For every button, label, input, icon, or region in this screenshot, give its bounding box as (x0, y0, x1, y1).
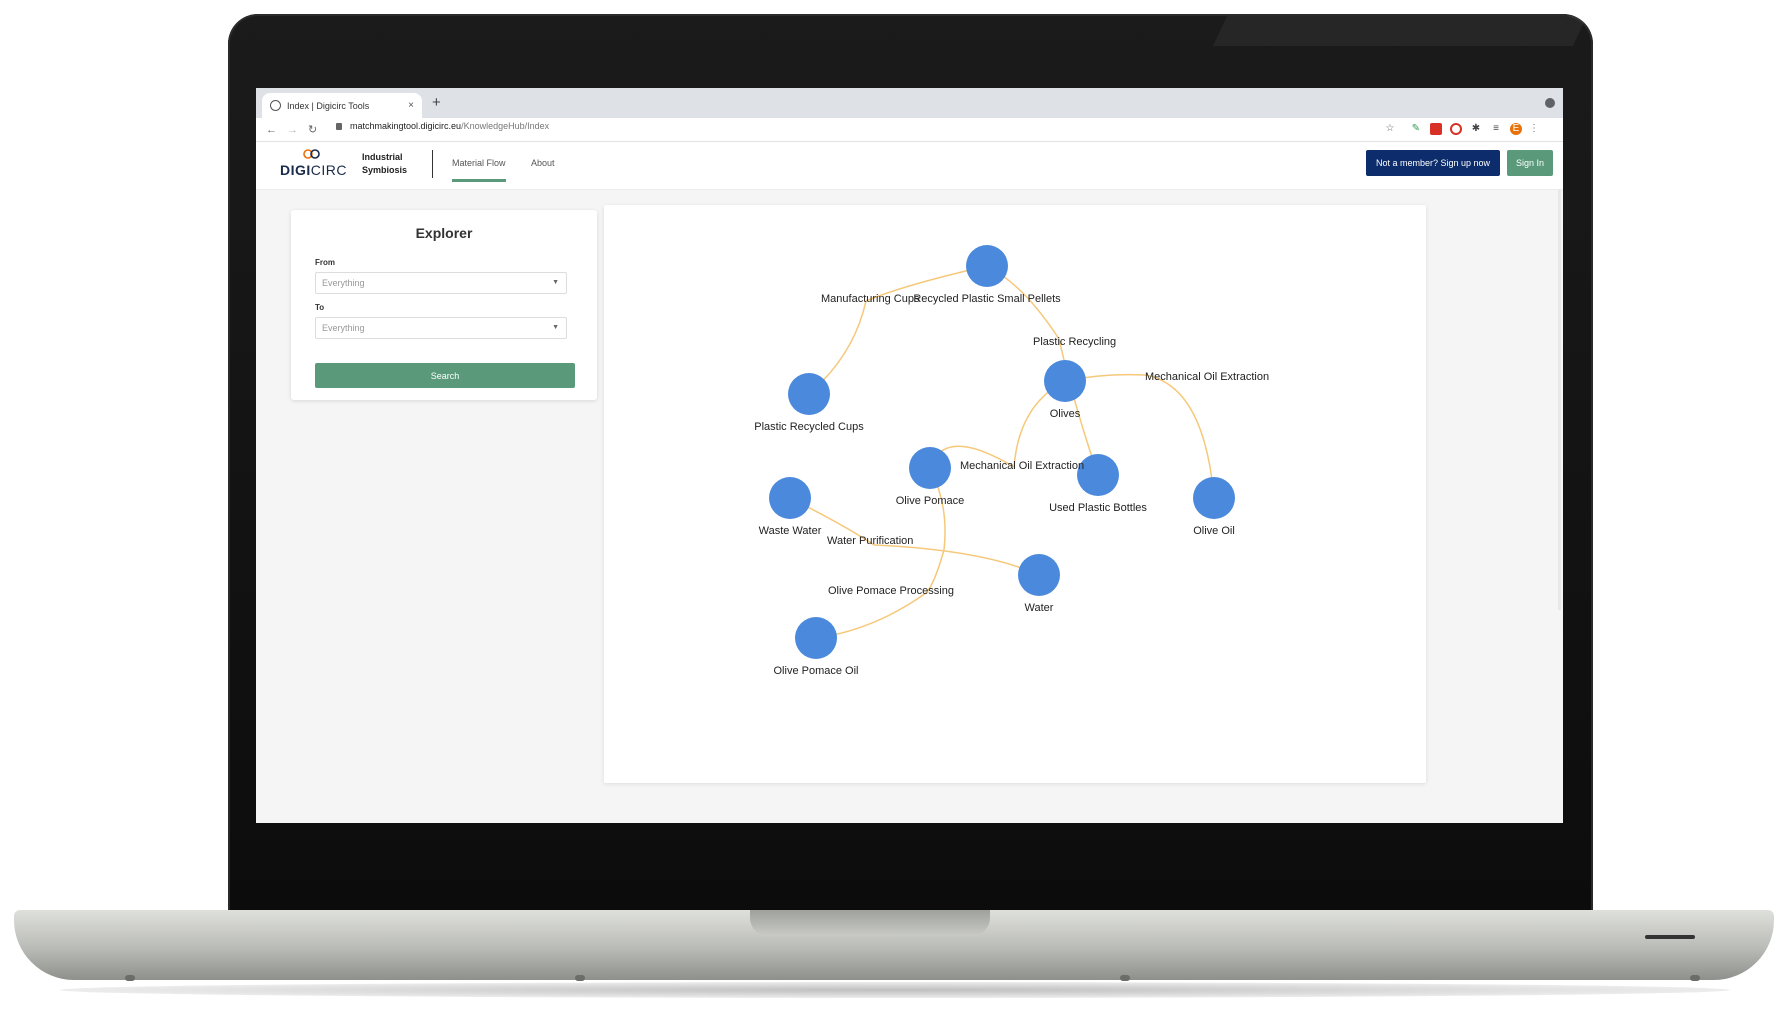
logo-light: CIRC (310, 162, 348, 178)
explorer-title: Explorer (415, 225, 473, 241)
scrollbar[interactable] (1558, 190, 1561, 610)
graph-node-pomaceoil[interactable] (795, 617, 837, 659)
graph-node-waste[interactable] (769, 477, 811, 519)
tab-title: Index | Digicirc Tools (287, 100, 370, 111)
graph-node-olives[interactable] (1044, 360, 1086, 402)
graph-node-label: Olives (1050, 408, 1081, 420)
from-select-value: Everything (322, 278, 365, 288)
close-tab-icon[interactable]: × (408, 100, 414, 111)
page-content: Explorer From Everything ▼ To Everything… (256, 190, 1563, 823)
graph-process-label: Olive Pomace Processing (828, 585, 954, 597)
forward-arrow-icon[interactable]: → (287, 124, 298, 136)
app-navbar: DIGICIRC Industrial Symbiosis Material F… (256, 142, 1563, 190)
from-label: From (315, 258, 335, 267)
graph-node-label: Olive Oil (1193, 525, 1235, 537)
graph-process-label: Mechanical Oil Extraction (1145, 371, 1269, 383)
browser-tabbar: Index | Digicirc Tools × + (256, 88, 1563, 118)
graph-node-label: Plastic Recycled Cups (754, 421, 864, 433)
graph-node-label: Waste Water (759, 525, 822, 537)
reload-icon[interactable]: ↻ (308, 123, 317, 136)
graph-edge (873, 544, 1040, 576)
nav-link-material-flow[interactable]: Material Flow (452, 158, 506, 182)
graph-canvas[interactable]: Recycled Plastic Small Pellets Plastic Re… (604, 205, 1426, 783)
opera-extension-icon[interactable] (1450, 123, 1462, 135)
graph-node-label: Used Plastic Bottles (1049, 502, 1147, 514)
graph-edge (1058, 338, 1099, 476)
explorer-panel: Explorer From Everything ▼ To Everything… (291, 210, 597, 400)
laptop-indicator (1645, 935, 1695, 939)
graph-node-water[interactable] (1018, 554, 1060, 596)
from-select[interactable]: Everything ▼ (315, 272, 567, 294)
laptop-shadow (60, 982, 1730, 998)
playlist-icon[interactable]: ≡ (1490, 123, 1502, 135)
brand-logo[interactable]: DIGICIRC (280, 162, 347, 178)
digicirc-logo-icon (303, 149, 320, 159)
laptop-mockup: Index | Digicirc Tools × + ← → ↻ matchma… (0, 0, 1787, 1012)
graph-node-label: Olive Pomace Oil (774, 665, 859, 677)
brand-subtitle: Industrial Symbiosis (362, 152, 408, 175)
lock-icon (336, 122, 342, 130)
kebab-menu-icon[interactable]: ⋮ (1528, 123, 1540, 135)
signin-button[interactable]: Sign In (1507, 150, 1553, 176)
graph-edge (1144, 374, 1215, 499)
graph-node-oliveoil[interactable] (1193, 477, 1235, 519)
graph-node-label: Recycled Plastic Small Pellets (913, 293, 1061, 305)
graph-process-label: Mechanical Oil Extraction (960, 460, 1084, 472)
globe-icon (270, 100, 281, 111)
graph-node-cups[interactable] (788, 373, 830, 415)
to-select-value: Everything (322, 323, 365, 333)
nav-divider (432, 150, 433, 178)
graph-process-label: Plastic Recycling (1033, 336, 1116, 348)
graph-node-pellets[interactable] (966, 245, 1008, 287)
laptop-foot (125, 975, 135, 981)
graph-node-pomace[interactable] (909, 447, 951, 489)
pdf-extension-icon[interactable] (1430, 123, 1442, 135)
lid-reflection (1213, 16, 1587, 46)
browser-tab[interactable]: Index | Digicirc Tools × (262, 93, 422, 118)
back-arrow-icon[interactable]: ← (266, 124, 277, 136)
to-select[interactable]: Everything ▼ (315, 317, 567, 339)
graph-node-label: Water (1025, 602, 1054, 614)
to-label: To (315, 303, 325, 312)
puzzle-extension-icon[interactable]: ✱ (1470, 123, 1482, 135)
laptop-foot (1120, 975, 1130, 981)
laptop-foot (575, 975, 585, 981)
profile-avatar[interactable]: E (1510, 123, 1522, 135)
laptop-hinge-notch (750, 910, 990, 936)
graph-process-label: Water Purification (827, 535, 913, 547)
caret-down-icon: ▼ (552, 324, 559, 331)
new-tab-button[interactable]: + (432, 94, 441, 111)
graph-process-label: Manufacturing Cups (821, 293, 920, 305)
nav-link-about[interactable]: About (531, 158, 555, 168)
url-field[interactable]: matchmakingtool.digicirc.eu /KnowledgeHu… (336, 121, 549, 131)
url-path: /KnowledgeHub/Index (461, 121, 550, 131)
address-bar: ← → ↻ matchmakingtool.digicirc.eu /Knowl… (256, 118, 1563, 142)
graph-node-label: Olive Pomace (896, 495, 964, 507)
material-flow-graph: Recycled Plastic Small Pellets Plastic Re… (604, 205, 1426, 783)
screen: Index | Digicirc Tools × + ← → ↻ matchma… (256, 88, 1563, 823)
caret-down-icon: ▼ (552, 279, 559, 286)
url-host: matchmakingtool.digicirc.eu (350, 121, 462, 131)
logo-bold: DIGI (280, 162, 311, 178)
pen-extension-icon[interactable]: ✎ (1410, 123, 1422, 135)
bookmark-star-icon[interactable]: ☆ (1384, 123, 1396, 135)
search-button[interactable]: Search (315, 363, 575, 388)
signup-button[interactable]: Not a member? Sign up now (1366, 150, 1500, 176)
laptop-foot (1690, 975, 1700, 981)
browser-menu-dot-icon[interactable] (1545, 98, 1555, 108)
